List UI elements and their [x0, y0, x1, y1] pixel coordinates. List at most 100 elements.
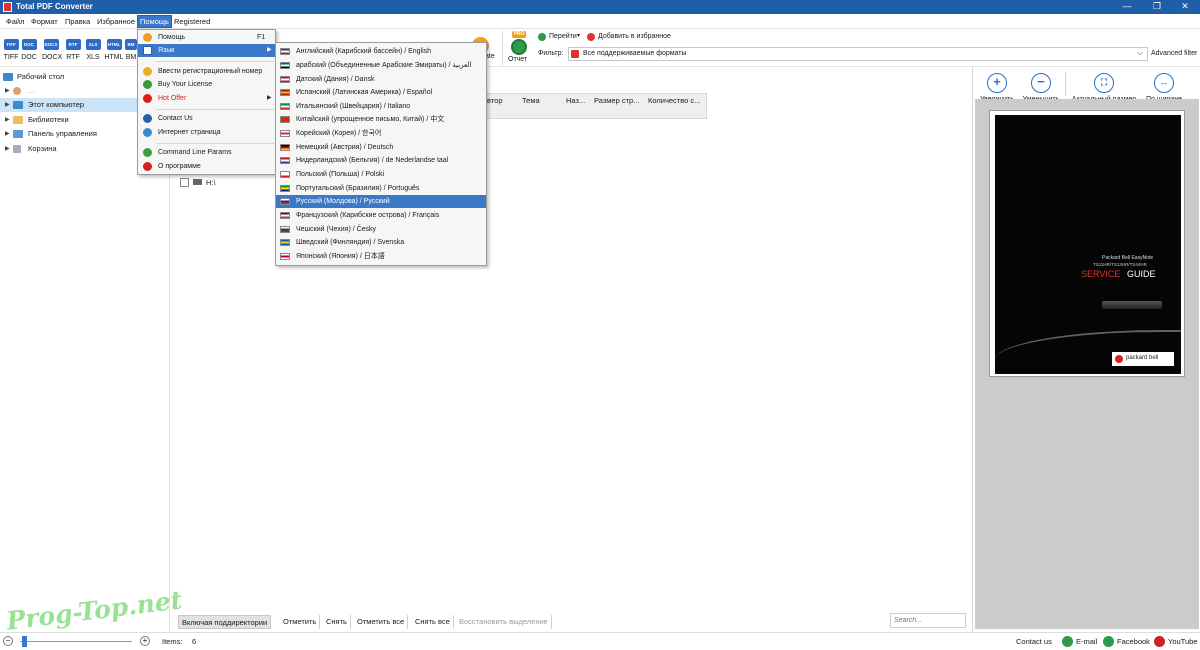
zoom-plus-icon[interactable]: +: [140, 636, 150, 646]
tree-item-label: Этот компьютер: [28, 100, 85, 109]
language-item-german[interactable]: Немецкий (Австрия) / Deutsch: [276, 141, 486, 154]
filter-select[interactable]: Все поддерживаемые форматы ⌵: [568, 47, 1148, 61]
menu-help-item[interactable]: Помощь F1: [138, 31, 275, 44]
row-checkbox[interactable]: [180, 178, 189, 187]
preview-area[interactable]: Packard Bell EasyNote TS11HR/TS13HR/TS44…: [975, 99, 1199, 629]
language-item-swedish[interactable]: Шведский (Финляндия) / Svenska: [276, 236, 486, 249]
menu-buy-license-item[interactable]: Buy Your License: [138, 78, 275, 91]
search-input[interactable]: [890, 613, 966, 628]
format-docx-button[interactable]: DOCX DOCX: [42, 39, 63, 61]
menu-help[interactable]: Помощь: [137, 15, 172, 28]
facebook-link[interactable]: Facebook: [1103, 635, 1151, 649]
filter-value: Все поддерживаемые форматы: [583, 50, 687, 57]
format-xls-button[interactable]: XLS XLS: [84, 39, 102, 61]
column-page-count[interactable]: Количество с...: [648, 96, 700, 105]
goto-button[interactable]: Перейти ▾: [538, 32, 584, 44]
menu-item-label: Японский (Япония) / 日本語: [296, 253, 385, 260]
uncheck-all-button[interactable]: Снять все: [412, 615, 454, 629]
menu-contact-item[interactable]: Contact Us: [138, 112, 275, 125]
format-label: DOC: [21, 54, 37, 61]
language-item-english[interactable]: Английский (Карибский бассейн) / English: [276, 45, 486, 58]
menu-edit[interactable]: Правка: [63, 16, 92, 27]
items-count: 6: [192, 637, 197, 646]
fit-width-icon: ↔: [1154, 73, 1174, 93]
format-rtf-button[interactable]: RTF RTF: [64, 39, 82, 61]
email-icon: [1062, 636, 1073, 647]
menu-item-label: Command Line Params: [158, 149, 232, 156]
language-item-danish[interactable]: Датский (Дания) / Dansk: [276, 73, 486, 86]
menu-cmdline-item[interactable]: Command Line Params: [138, 146, 275, 159]
advanced-filter-link[interactable]: Advanced filter: [1151, 50, 1197, 57]
menu-item-label: Русский (Молдова) / Русский: [296, 198, 390, 205]
flag-icon: [280, 212, 290, 219]
library-icon: [13, 116, 23, 124]
flag-icon: [280, 48, 290, 55]
menu-item-label: Португальский (Бразилия) / Português: [296, 185, 420, 192]
language-item-dutch[interactable]: Нидерландский (Бельгия) / de Nederlandse…: [276, 154, 486, 167]
menu-favorites[interactable]: Избранное: [95, 16, 137, 27]
menu-item-label: Корейский (Корея) / 한국어: [296, 130, 382, 137]
menu-item-label: Шведский (Финляндия) / Svenska: [296, 239, 405, 246]
maximize-button[interactable]: ❐: [1142, 0, 1172, 14]
shortcut-label: F1: [257, 34, 266, 41]
title-bar: Total PDF Converter — ❐ ✕: [0, 0, 1200, 14]
check-all-button[interactable]: Отметить все: [354, 615, 409, 629]
language-item-italian[interactable]: Итальянский (Швейцария) / Italiano: [276, 100, 486, 113]
language-item-french[interactable]: Французский (Карибские острова) / França…: [276, 209, 486, 222]
menu-registered[interactable]: Registered: [172, 16, 212, 27]
format-tiff-button[interactable]: TIFF TIFF: [2, 39, 20, 61]
add-favorite-button[interactable]: Добавить в избранное: [587, 32, 677, 44]
column-subject[interactable]: Тема: [522, 96, 540, 105]
flag-icon: [280, 89, 290, 96]
include-subdirs-button[interactable]: Включая поддиректории: [178, 615, 272, 629]
language-item-chinese[interactable]: Китайский (упрощенное письмо, Китай) / 中…: [276, 113, 486, 126]
zoom-minus-icon[interactable]: −: [3, 636, 13, 646]
language-item-russian[interactable]: Русский (Молдова) / Русский: [276, 195, 486, 208]
uncheck-button[interactable]: Снять: [323, 615, 351, 629]
restore-selection-button[interactable]: Восстановить выделение: [456, 615, 552, 629]
column-page-size[interactable]: Размер стр...: [594, 96, 639, 105]
youtube-link[interactable]: YouTube: [1154, 635, 1198, 649]
report-button[interactable]: PRO Отчет: [508, 31, 532, 65]
menu-item-label: Итальянский (Швейцария) / Italiano: [296, 103, 411, 110]
zoom-slider-track[interactable]: [20, 641, 132, 642]
menu-hot-offer-item[interactable]: Hot Offer ▶: [138, 92, 275, 105]
flag-icon: [280, 116, 290, 123]
format-label: DOCX: [42, 54, 63, 61]
close-button[interactable]: ✕: [1170, 0, 1200, 14]
format-label: RTF: [66, 54, 80, 61]
language-item-portuguese[interactable]: Португальский (Бразилия) / Português: [276, 182, 486, 195]
menu-file[interactable]: Файл: [4, 16, 26, 27]
cover-submodel: TS11HR/TS13HR/TS44HR: [1093, 262, 1147, 267]
format-bmp-button[interactable]: BM BM: [124, 39, 138, 61]
check-button[interactable]: Отметить: [280, 615, 321, 629]
rtf-icon: RTF: [65, 39, 81, 50]
zoom-slider-thumb[interactable]: [22, 636, 27, 647]
goto-label: Перейти: [549, 33, 577, 40]
contact-us-link[interactable]: Contact us: [1016, 637, 1052, 646]
zoom-out-icon: −: [1031, 73, 1051, 93]
language-item-spanish[interactable]: Испанский (Латинская Америка) / Español: [276, 86, 486, 99]
menu-item-label: О программе: [158, 163, 201, 170]
format-html-button[interactable]: HTML HTML: [104, 39, 124, 61]
language-item-arabic[interactable]: арабский (Объединенные Арабские Эмираты)…: [276, 59, 486, 72]
file-type-icon: [571, 50, 579, 58]
language-item-japanese[interactable]: Японский (Япония) / 日本語: [276, 250, 486, 263]
flag-icon: [280, 239, 290, 246]
menu-format[interactable]: Формат: [29, 16, 60, 27]
language-item-polish[interactable]: Польский (Польша) / Polski: [276, 168, 486, 181]
menu-website-item[interactable]: Интернет страница: [138, 126, 275, 139]
minimize-button[interactable]: —: [1112, 0, 1142, 14]
email-link[interactable]: E-mail: [1062, 635, 1100, 649]
menu-register-item[interactable]: Ввести регистрационный номер: [138, 65, 275, 78]
menu-about-item[interactable]: О программе: [138, 160, 275, 173]
drive-icon: [193, 179, 202, 185]
language-item-korean[interactable]: Корейский (Корея) / 한국어: [276, 127, 486, 140]
language-item-czech[interactable]: Чешский (Чехия) / Česky: [276, 223, 486, 236]
app-icon: [3, 2, 12, 12]
column-title[interactable]: Наз...: [566, 96, 585, 105]
drive-label[interactable]: H:\: [206, 178, 216, 187]
menu-language-item[interactable]: Язык ▶: [138, 44, 275, 57]
doc-icon: DOC: [21, 39, 37, 50]
format-doc-button[interactable]: DOC DOC: [20, 39, 38, 61]
